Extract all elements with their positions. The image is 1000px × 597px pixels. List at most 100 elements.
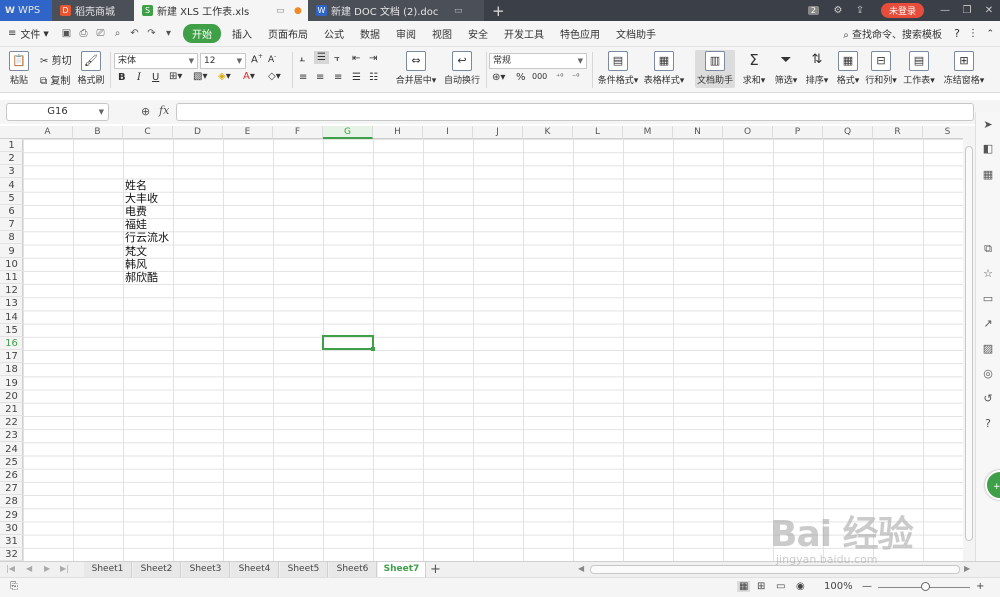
column-header[interactable]: H: [373, 126, 423, 139]
help-circle-icon[interactable]: ?: [981, 417, 995, 431]
row-header[interactable]: 29: [0, 509, 23, 522]
formula-input[interactable]: [176, 103, 974, 121]
cell-value[interactable]: 姓名: [123, 179, 147, 192]
menu-special-apps[interactable]: 特色应用: [552, 26, 608, 41]
cell-value[interactable]: 郝欣酷: [123, 271, 158, 284]
column-header[interactable]: D: [173, 126, 223, 139]
next-sheet-icon[interactable]: ▶: [44, 564, 50, 573]
row-header[interactable]: 20: [0, 390, 23, 403]
page-break-view-icon[interactable]: ⊞: [757, 581, 765, 592]
justify-icon[interactable]: ☰: [352, 72, 361, 83]
align-center-icon[interactable]: ≡: [316, 72, 324, 83]
magnifier-icon[interactable]: ⊕: [141, 105, 150, 118]
column-header[interactable]: L: [573, 126, 623, 139]
star-icon[interactable]: ☆: [981, 267, 995, 281]
menu-developer[interactable]: 开发工具: [496, 26, 552, 41]
print-preview-icon[interactable]: ⌕: [109, 28, 126, 39]
sheet-tab[interactable]: Sheet1: [84, 562, 132, 578]
row-header[interactable]: 21: [0, 403, 23, 416]
row-header[interactable]: 5: [0, 192, 23, 205]
skin-icon[interactable]: ⚙: [827, 5, 849, 16]
column-header[interactable]: Q: [823, 126, 873, 139]
menu-review[interactable]: 审阅: [388, 26, 424, 41]
font-name-select[interactable]: 宋体 ▼: [114, 53, 198, 69]
monitor-icon[interactable]: ▭: [454, 6, 463, 16]
sheet-tab[interactable]: Sheet4: [231, 562, 279, 578]
column-header[interactable]: B: [73, 126, 123, 139]
customize-icon[interactable]: ▾: [160, 28, 177, 39]
cut-button[interactable]: ✂ 剪切: [40, 52, 72, 67]
zoom-level[interactable]: 100%: [824, 581, 853, 592]
row-header[interactable]: 16: [0, 337, 23, 350]
template-icon[interactable]: ▭: [981, 292, 995, 306]
vertical-scroll-thumb[interactable]: [965, 146, 973, 541]
tab-doc-document[interactable]: W 新建 DOC 文档 (2).doc ▭: [308, 0, 484, 21]
cell-value[interactable]: 大丰收: [123, 192, 158, 205]
percent-button[interactable]: %: [516, 72, 526, 83]
save-icon[interactable]: ▣: [58, 28, 75, 39]
underline-button[interactable]: U: [152, 72, 159, 83]
copy-button[interactable]: ⧉ 复制: [40, 72, 70, 87]
row-header[interactable]: 15: [0, 324, 23, 337]
row-header[interactable]: 6: [0, 205, 23, 218]
menu-doc-assistant[interactable]: 文档助手: [608, 26, 664, 41]
row-header[interactable]: 31: [0, 535, 23, 548]
decrease-font-icon[interactable]: A-: [268, 53, 276, 65]
font-size-select[interactable]: 12 ▼: [200, 53, 246, 69]
number-format-select[interactable]: 常规 ▼: [489, 53, 587, 69]
column-header[interactable]: F: [273, 126, 323, 139]
monitor-icon[interactable]: ▭: [276, 6, 285, 16]
align-right-icon[interactable]: ≡: [334, 72, 342, 83]
merge-center-button[interactable]: ⇔ 合并居中▾: [394, 51, 438, 86]
close-icon[interactable]: ✕: [978, 5, 1000, 16]
row-header[interactable]: 2: [0, 152, 23, 166]
prev-sheet-icon[interactable]: ◀: [26, 564, 32, 573]
cursor-icon[interactable]: ➤: [981, 118, 995, 132]
print-icon[interactable]: ⎚: [92, 28, 109, 39]
zoom-slider-knob[interactable]: [921, 582, 930, 591]
column-header[interactable]: G: [323, 126, 373, 139]
decrease-decimal-icon[interactable]: ⁻⁰: [572, 72, 579, 81]
row-header[interactable]: 17: [0, 350, 23, 364]
fill-color-icon[interactable]: ◈▾: [218, 71, 231, 82]
row-header[interactable]: 10: [0, 258, 23, 271]
menu-insert[interactable]: 插入: [224, 26, 260, 41]
row-header[interactable]: 19: [0, 377, 23, 390]
share-icon[interactable]: ⇪: [849, 5, 871, 16]
selected-cell[interactable]: [322, 335, 375, 351]
sheet-tab[interactable]: Sheet3: [182, 562, 230, 578]
shapes-icon[interactable]: ◧: [981, 142, 995, 156]
zoom-in-icon[interactable]: +: [976, 581, 984, 592]
increase-font-icon[interactable]: A+: [251, 53, 263, 65]
scroll-left-icon[interactable]: ◀: [578, 564, 584, 573]
row-column-button[interactable]: ⊟ 行和列▾: [864, 51, 898, 86]
menu-page-layout[interactable]: 页面布局: [260, 26, 316, 41]
cell-value[interactable]: 福娃: [123, 218, 147, 231]
column-header[interactable]: J: [473, 126, 523, 139]
align-middle-icon[interactable]: ☰: [314, 51, 329, 64]
cell-style-icon[interactable]: ▧▾: [193, 71, 207, 82]
row-header[interactable]: 25: [0, 456, 23, 469]
row-header[interactable]: 3: [0, 165, 23, 179]
tab-xls-workbook[interactable]: S 新建 XLS 工作表.xls ▭ ●: [134, 0, 308, 21]
insert-function-button[interactable]: fx: [159, 104, 169, 117]
currency-icon[interactable]: ⊛▾: [492, 72, 505, 83]
export-pdf-icon[interactable]: ⎙: [75, 28, 92, 39]
add-sheet-button[interactable]: +: [430, 562, 441, 577]
file-menu[interactable]: ≡ 文件 ▼: [8, 26, 58, 41]
column-header[interactable]: S: [923, 126, 963, 139]
distributed-icon[interactable]: ☷: [369, 72, 378, 83]
column-header[interactable]: C: [123, 126, 173, 139]
backup-icon[interactable]: ◎: [981, 367, 995, 381]
column-header[interactable]: I: [423, 126, 473, 139]
row-header[interactable]: 27: [0, 482, 23, 496]
reading-mode-icon[interactable]: ◉: [796, 581, 805, 592]
row-header[interactable]: 24: [0, 443, 23, 456]
menu-start[interactable]: 开始: [183, 24, 221, 43]
border-icon[interactable]: ⊞▾: [169, 71, 182, 82]
sheet-tab[interactable]: Sheet5: [280, 562, 328, 578]
cell-value[interactable]: 行云流水: [123, 231, 169, 244]
row-header[interactable]: 14: [0, 311, 23, 324]
column-header[interactable]: P: [773, 126, 823, 139]
page-layout-view-icon[interactable]: ▭: [776, 581, 785, 592]
